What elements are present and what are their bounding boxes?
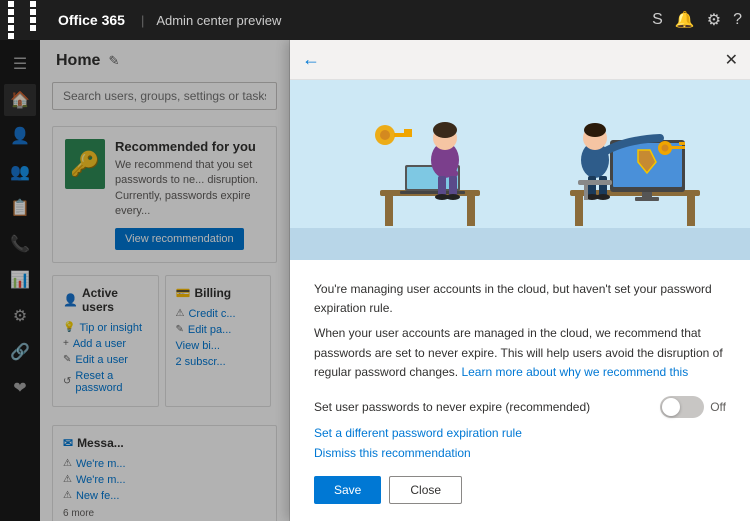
toggle-wrapper: Off <box>660 396 726 418</box>
setting-row: Set user passwords to never expire (reco… <box>314 396 726 418</box>
toggle-state-label: Off <box>710 400 726 414</box>
save-button[interactable]: Save <box>314 476 381 504</box>
modal-desc2: When your user accounts are managed in t… <box>314 324 726 382</box>
setting-label: Set user passwords to never expire (reco… <box>314 400 660 414</box>
dismiss-link[interactable]: Dismiss this recommendation <box>314 446 726 460</box>
different-rule-link[interactable]: Set a different password expiration rule <box>314 426 726 440</box>
modal-topbar: ← ✕ <box>290 40 750 80</box>
change-password-modal: ← ✕ <box>290 40 750 521</box>
app-grid-icon[interactable] <box>8 1 50 39</box>
app-subtitle: Admin center preview <box>156 13 281 28</box>
settings-icon[interactable]: ⚙ <box>707 10 721 30</box>
main-layout: ☰ 🏠 👤 👥 📋 📞 📊 ⚙ 🔗 ❤ Home ✎ 🔑 Recommended… <box>0 40 750 521</box>
close-button[interactable]: Close <box>389 476 462 504</box>
top-bar: Office 365 | Admin center preview S 🔔 ⚙ … <box>0 0 750 40</box>
skype-icon[interactable]: S <box>652 11 663 29</box>
never-expire-toggle[interactable] <box>660 396 704 418</box>
top-bar-actions: S 🔔 ⚙ ? <box>652 10 742 30</box>
app-title: Office 365 <box>58 12 125 28</box>
modal-actions: Save Close <box>314 476 726 504</box>
modal-close-button[interactable]: ✕ <box>725 50 738 70</box>
modal-back-button[interactable]: ← <box>302 49 320 70</box>
modal-illustration <box>290 80 750 260</box>
title-divider: | <box>141 13 144 28</box>
help-icon[interactable]: ? <box>733 11 742 29</box>
learn-more-link[interactable]: Learn more about why we recommend this <box>461 365 688 379</box>
modal-desc1: You're managing user accounts in the clo… <box>314 280 726 318</box>
toggle-knob <box>662 398 680 416</box>
modal-body: You're managing user accounts in the clo… <box>290 260 750 521</box>
notifications-icon[interactable]: 🔔 <box>675 10 695 30</box>
